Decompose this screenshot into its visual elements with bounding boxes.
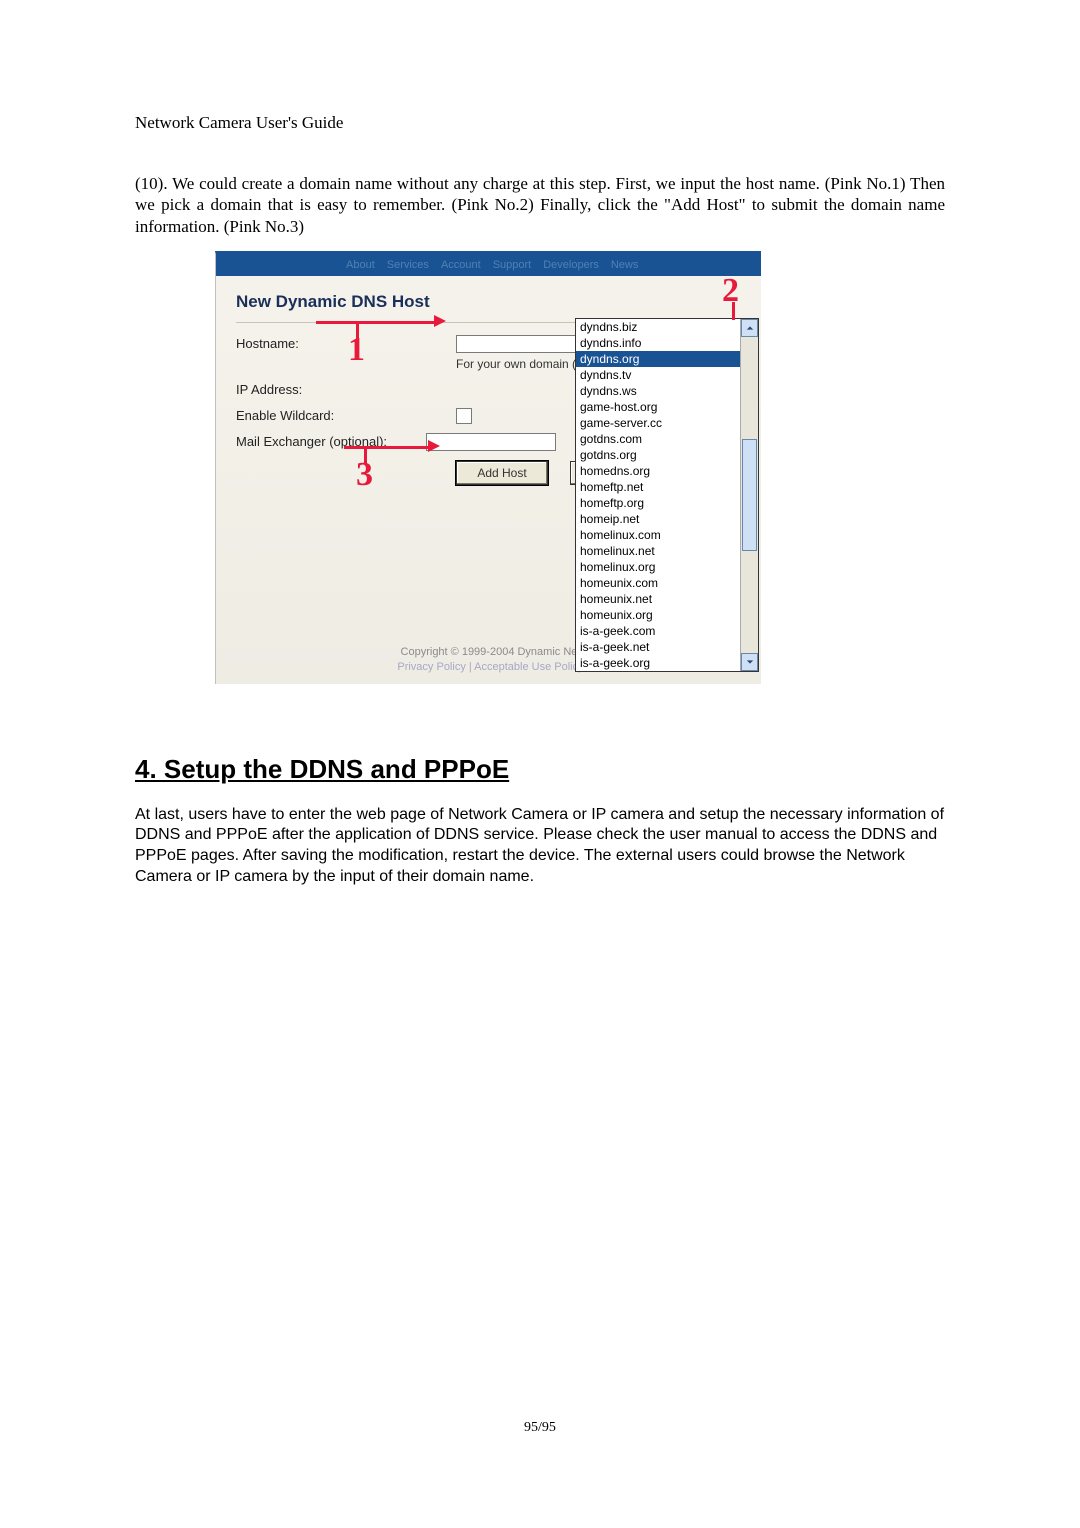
dropdown-option[interactable]: dyndns.info	[576, 335, 740, 351]
dropdown-scrollbar[interactable]	[740, 319, 758, 671]
dropdown-option[interactable]: homeunix.net	[576, 591, 740, 607]
dyndns-screenshot: About Services Account Support Developer…	[215, 251, 761, 684]
panel-title: New Dynamic DNS Host	[236, 292, 745, 312]
dropdown-option[interactable]: game-host.org	[576, 399, 740, 415]
nav-item[interactable]: Account	[441, 259, 481, 271]
dropdown-option[interactable]: dyndns.ws	[576, 383, 740, 399]
dropdown-option[interactable]: homelinux.net	[576, 543, 740, 559]
dropdown-option[interactable]: homelinux.com	[576, 527, 740, 543]
ip-label: IP Address:	[236, 382, 416, 397]
dropdown-option[interactable]: homeunix.org	[576, 607, 740, 623]
domain-dropdown-list[interactable]: dyndns.bizdyndns.infodyndns.orgdyndns.tv…	[575, 318, 759, 672]
dropdown-option[interactable]: homedns.org	[576, 463, 740, 479]
dropdown-option[interactable]: is-a-geek.org	[576, 655, 740, 671]
scroll-thumb[interactable]	[742, 439, 757, 551]
dropdown-option[interactable]: dyndns.org	[576, 351, 740, 367]
wildcard-label: Enable Wildcard:	[236, 408, 416, 423]
dropdown-option[interactable]: homeftp.org	[576, 495, 740, 511]
nav-item[interactable]: Support	[493, 259, 532, 271]
mx-label: Mail Exchanger (optional):	[236, 434, 426, 449]
section-title: 4. Setup the DDNS and PPPoE	[135, 754, 945, 785]
nav-bar: About Services Account Support Developer…	[216, 254, 761, 276]
document-header: Network Camera User's Guide	[135, 113, 945, 133]
nav-item[interactable]: About	[346, 259, 375, 271]
nav-item[interactable]: News	[611, 259, 639, 271]
dropdown-option[interactable]: homeunix.com	[576, 575, 740, 591]
scroll-up-icon[interactable]	[741, 319, 758, 337]
section-body: At last, users have to enter the web pag…	[135, 805, 945, 888]
nav-item[interactable]: Services	[387, 259, 429, 271]
dropdown-option[interactable]: gotdns.org	[576, 447, 740, 463]
dropdown-option[interactable]: dyndns.tv	[576, 367, 740, 383]
hostname-input[interactable]	[456, 335, 586, 353]
dropdown-option[interactable]: homelinux.org	[576, 559, 740, 575]
dropdown-option[interactable]: gotdns.com	[576, 431, 740, 447]
dropdown-option[interactable]: homeip.net	[576, 511, 740, 527]
page-number: 95/95	[0, 1420, 1080, 1436]
dropdown-option[interactable]: dyndns.biz	[576, 319, 740, 335]
dropdown-option[interactable]: homeftp.net	[576, 479, 740, 495]
add-host-button[interactable]: Add Host	[456, 461, 548, 485]
scroll-down-icon[interactable]	[741, 653, 758, 671]
mail-exchanger-input[interactable]	[426, 433, 556, 451]
dropdown-option[interactable]: game-server.cc	[576, 415, 740, 431]
dropdown-option[interactable]: is-a-geek.net	[576, 639, 740, 655]
wildcard-checkbox[interactable]	[456, 408, 472, 424]
dropdown-option[interactable]: is-a-geek.com	[576, 623, 740, 639]
step-paragraph: (10). We could create a domain name with…	[135, 173, 945, 237]
nav-item[interactable]: Developers	[543, 259, 599, 271]
hostname-label: Hostname:	[236, 336, 416, 351]
